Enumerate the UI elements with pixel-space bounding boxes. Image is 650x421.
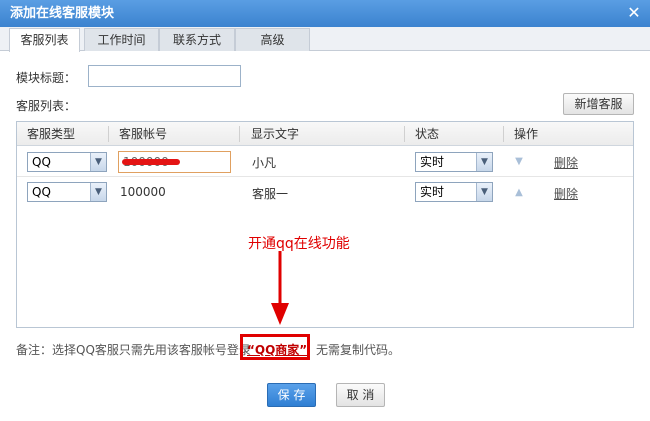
status-select[interactable]: 实时 ▼ — [415, 182, 493, 202]
header-service-type: 客服类型 — [27, 127, 76, 141]
service-type-select[interactable]: QQ ▼ — [27, 182, 107, 202]
dialog-title: 添加在线客服模块 — [10, 6, 115, 21]
header-divider — [404, 126, 405, 142]
move-up-icon[interactable]: ▲ — [513, 187, 525, 199]
add-service-button[interactable]: 新增客服 — [563, 93, 634, 115]
move-down-icon[interactable]: ▼ — [513, 156, 525, 168]
qq-business-link[interactable]: “QQ商家” — [247, 341, 307, 358]
dialog-title-bar: 添加在线客服模块 ✕ — [0, 0, 650, 27]
account-input[interactable]: 100000 — [118, 151, 231, 173]
annotation-arrow-icon — [271, 251, 289, 325]
header-actions: 操作 — [514, 127, 539, 141]
tab-work-hours[interactable]: 工作时间 — [84, 28, 159, 51]
header-divider — [239, 126, 240, 142]
header-divider — [503, 126, 504, 142]
note-text: 备注：选择QQ客服只需先用该客服帐号登录 — [16, 343, 251, 357]
service-type-select[interactable]: QQ ▼ — [27, 152, 107, 172]
close-icon[interactable]: ✕ — [625, 4, 643, 22]
status-value: 实时 — [420, 155, 445, 169]
tab-service-list[interactable]: 客服列表 — [9, 28, 80, 52]
chevron-down-icon: ▼ — [90, 153, 106, 171]
chevron-down-icon: ▼ — [476, 153, 492, 171]
module-title-input[interactable] — [88, 65, 241, 87]
chevron-down-icon: ▼ — [476, 183, 492, 201]
service-type-value: QQ — [32, 155, 51, 169]
table-row: QQ ▼ 100000 客服一 实时 ▼ ▲ 删除 — [17, 178, 633, 208]
module-title-label: 模块标题： — [16, 71, 77, 85]
header-status: 状态 — [415, 127, 440, 141]
display-text[interactable]: 小凡 — [252, 154, 276, 171]
chevron-down-icon: ▼ — [90, 183, 106, 201]
redaction-mark — [122, 159, 180, 165]
tab-advanced[interactable]: 高级 — [235, 28, 310, 51]
tab-contact[interactable]: 联系方式 — [159, 28, 235, 51]
service-list-label: 客服列表： — [16, 99, 77, 113]
annotation-text: 开通qq在线功能 — [248, 236, 350, 252]
note-suffix: 无需复制代码。 — [316, 343, 401, 357]
table-row: QQ ▼ 100000 小凡 实时 ▼ ▼ 删除 — [17, 147, 633, 177]
header-divider — [108, 126, 109, 142]
account-value[interactable]: 100000 — [120, 185, 166, 199]
status-select[interactable]: 实时 ▼ — [415, 152, 493, 172]
save-button[interactable]: 保 存 — [267, 383, 316, 407]
delete-link[interactable]: 删除 — [554, 154, 578, 171]
service-grid: 客服类型 客服帐号 显示文字 状态 操作 QQ ▼ 100000 小凡 实时 ▼… — [16, 121, 634, 328]
status-value: 实时 — [420, 185, 445, 199]
tab-bar: 客服列表 工作时间 联系方式 高级 — [0, 27, 650, 52]
delete-link[interactable]: 删除 — [554, 185, 578, 202]
cancel-button[interactable]: 取 消 — [336, 383, 385, 407]
header-display-text: 显示文字 — [251, 127, 300, 141]
service-type-value: QQ — [32, 185, 51, 199]
grid-header: 客服类型 客服帐号 显示文字 状态 操作 — [17, 122, 633, 146]
header-account: 客服帐号 — [119, 127, 168, 141]
display-text[interactable]: 客服一 — [252, 185, 288, 202]
